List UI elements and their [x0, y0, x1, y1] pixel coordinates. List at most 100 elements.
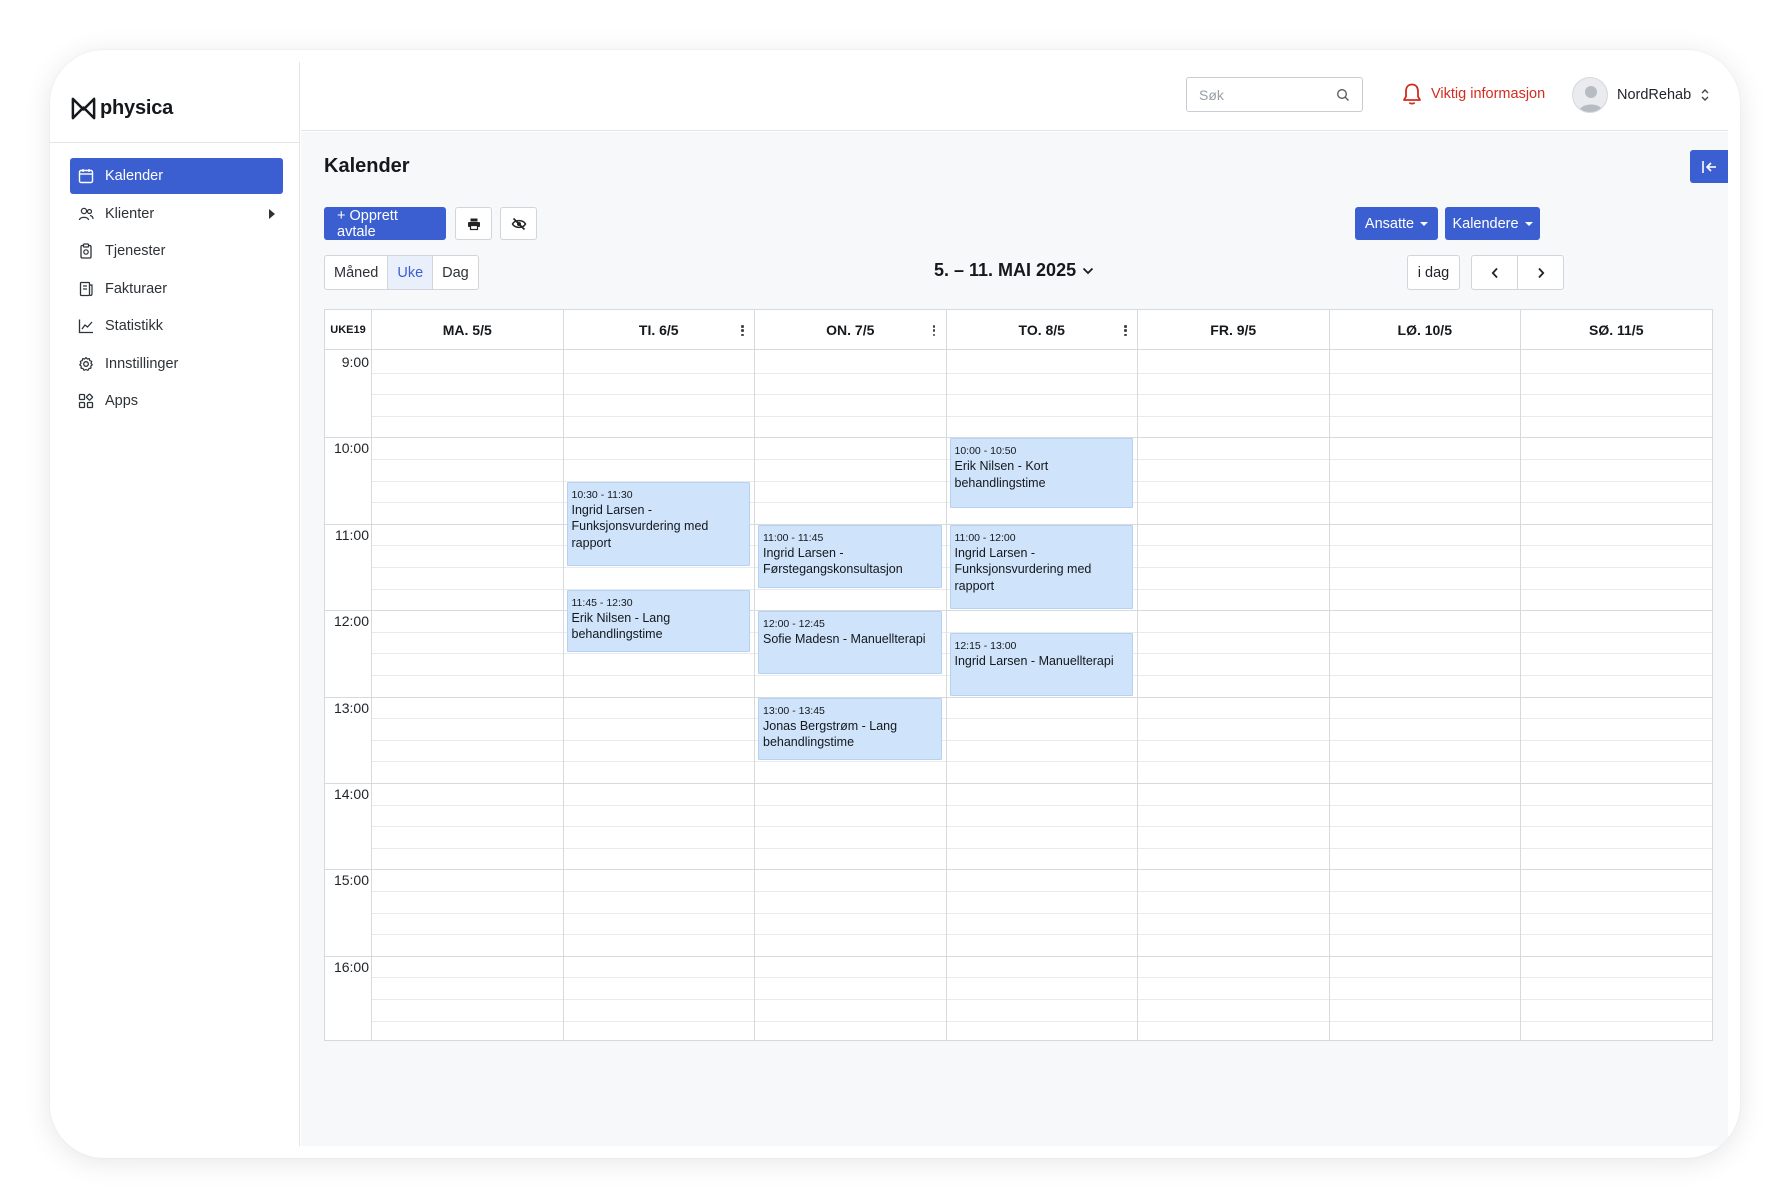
event-title: Ingrid Larsen - Funksjonsvurdering med r…	[954, 545, 1092, 593]
appointment-event[interactable]: 12:00 - 12:45 Sofie Madesn - Manuellterap…	[758, 611, 942, 674]
hour-label: 9:00	[341, 354, 369, 370]
day-column-divider	[945, 310, 947, 1040]
slot-gridline	[372, 999, 1712, 1000]
avatar	[1572, 77, 1608, 113]
day-header[interactable]: LØ. 10/5	[1330, 310, 1521, 350]
caret-down-icon	[1420, 221, 1429, 226]
users-icon	[77, 205, 95, 223]
sidebar-divider	[50, 142, 299, 143]
expand-arrow-icon[interactable]	[269, 208, 275, 219]
kebab-menu-icon[interactable]	[741, 325, 744, 336]
day-header[interactable]: FR. 9/5	[1138, 310, 1330, 350]
view-week-button[interactable]: Uke	[388, 256, 434, 289]
sidebar: physica Kalender Klienter Tjenester Fakt…	[50, 62, 300, 1146]
hour-gridline	[325, 869, 1712, 871]
user-menu[interactable]: NordRehab	[1572, 77, 1710, 113]
chevron-left-icon	[1491, 267, 1498, 278]
prev-week-button[interactable]	[1472, 256, 1518, 289]
kebab-menu-icon[interactable]	[1124, 325, 1127, 336]
apps-icon	[77, 392, 95, 410]
sidebar-item-apps[interactable]: Apps	[70, 383, 283, 419]
day-header-label: TI. 6/5	[638, 322, 679, 338]
appointment-event[interactable]: 13:00 - 13:45 Jonas Bergstrøm - Lang beha…	[758, 697, 942, 761]
view-switcher: Måned Uke Dag	[324, 255, 479, 290]
day-header[interactable]: ON. 7/5	[755, 310, 947, 350]
slot-gridline	[372, 394, 1712, 396]
kebab-menu-icon[interactable]	[932, 325, 936, 336]
sidebar-item-statistikk[interactable]: Statistikk	[70, 308, 283, 344]
day-column-divider	[1520, 310, 1521, 1040]
appointment-event[interactable]: 10:00 - 10:50 Erik Nilsen - Kort behandli…	[949, 438, 1133, 509]
event-title: Erik Nilsen - Lang behandlingstime	[571, 610, 671, 642]
sidebar-item-kalender[interactable]: Kalender	[70, 158, 283, 194]
event-time: 11:45 - 12:30	[571, 596, 633, 609]
search-input[interactable]: Søk	[1186, 77, 1363, 112]
event-title: Erik Nilsen - Kort behandlingstime	[954, 459, 1049, 490]
slot-gridline	[372, 891, 1712, 892]
event-title: Ingrid Larsen - Funksjonsvurdering med r…	[571, 502, 709, 550]
bell-icon	[1403, 83, 1421, 105]
appointment-event[interactable]: 10:30 - 11:30 Ingrid Larsen - Funksjonsvu…	[566, 481, 750, 566]
sidebar-item-label: Fakturaer	[105, 280, 168, 297]
today-button[interactable]: i dag	[1407, 255, 1460, 290]
brand-name: physica	[100, 96, 174, 119]
appointment-event[interactable]: 11:00 - 11:45 Ingrid Larsen - Førstegangs…	[758, 524, 942, 588]
sidebar-item-klienter[interactable]: Klienter	[70, 196, 283, 232]
slot-gridline	[372, 761, 1712, 763]
sidebar-item-label: Apps	[105, 393, 139, 409]
print-button[interactable]	[455, 207, 492, 240]
employees-dropdown-button[interactable]: Ansatte	[1355, 207, 1438, 240]
slot-gridline	[372, 912, 1712, 914]
brand-logo[interactable]: physica	[70, 92, 173, 124]
view-month-button[interactable]: Måned	[325, 256, 389, 289]
appointment-event[interactable]: 12:15 - 13:00 Ingrid Larsen - Manuelltera…	[949, 632, 1133, 696]
eye-slash-icon	[511, 217, 526, 230]
hide-toggle-button[interactable]	[500, 207, 537, 240]
day-header[interactable]: SØ. 11/5	[1521, 310, 1713, 350]
hour-label: 15:00	[333, 872, 369, 889]
sidebar-nav: Kalender Klienter Tjenester Fakturaer St…	[70, 158, 283, 421]
next-week-button[interactable]	[1518, 256, 1563, 289]
sidebar-item-fakturaer[interactable]: Fakturaer	[70, 271, 283, 307]
event-time: 12:15 - 13:00	[954, 639, 1017, 652]
app-window: physica Kalender Klienter Tjenester Fakt…	[50, 50, 1740, 1158]
calendars-label: Kalendere	[1452, 215, 1519, 232]
hour-label: 10:00	[333, 440, 369, 457]
important-info-link[interactable]: Viktig informasjon	[1401, 82, 1545, 106]
caret-down-icon	[1524, 221, 1533, 226]
sidebar-item-tjenester[interactable]: Tjenester	[70, 233, 283, 269]
day-header[interactable]: MA. 5/5	[372, 310, 564, 350]
slot-gridline	[372, 977, 1712, 979]
event-title: Jonas Bergstrøm - Lang behandlingstime	[763, 718, 898, 750]
print-icon	[467, 218, 480, 230]
calendars-dropdown-button[interactable]: Kalendere	[1445, 207, 1540, 240]
calendar-grid: 9:00 10:00 11:00 12:00 13:00 14:00 15:00 16:00 1…	[325, 310, 1712, 1040]
day-header[interactable]: TI. 6/5	[564, 310, 755, 350]
search-icon[interactable]	[1336, 88, 1350, 102]
appointment-event[interactable]: 11:00 - 12:00 Ingrid Larsen - Funksjonsvu…	[949, 524, 1133, 610]
chevron-right-icon	[1537, 267, 1544, 278]
page-title: Kalender	[324, 155, 410, 177]
day-header-label: SØ. 11/5	[1589, 322, 1644, 338]
week-number: UKE19	[325, 310, 372, 350]
appointment-event[interactable]: 11:45 - 12:30 Erik Nilsen - Lang behandli…	[566, 589, 750, 653]
event-time: 13:00 - 13:45	[763, 704, 825, 717]
calendar-icon	[77, 167, 95, 185]
sidebar-item-label: Klienter	[105, 205, 155, 222]
hour-gridline	[325, 783, 1712, 784]
sidebar-item-label: Tjenester	[105, 243, 166, 259]
collapse-panel-button[interactable]	[1690, 150, 1728, 183]
physica-logo-icon	[71, 97, 96, 119]
day-column-divider	[754, 310, 755, 1040]
day-header[interactable]: TO. 8/5	[947, 310, 1138, 350]
event-time: 11:00 - 11:45	[763, 531, 824, 544]
day-header-label: ON. 7/5	[826, 322, 875, 338]
chart-line-icon	[77, 317, 95, 335]
create-appointment-button[interactable]: + Opprett avtale	[324, 207, 446, 240]
view-day-button[interactable]: Dag	[433, 256, 478, 289]
collapse-left-icon	[1702, 160, 1716, 173]
event-time: 11:00 - 12:00	[954, 531, 1016, 544]
sidebar-item-innstillinger[interactable]: Innstillinger	[70, 346, 283, 382]
day-header-label: TO. 8/5	[1018, 322, 1065, 338]
date-range-picker[interactable]: 5. – 11. MAI 2025	[934, 260, 1094, 281]
